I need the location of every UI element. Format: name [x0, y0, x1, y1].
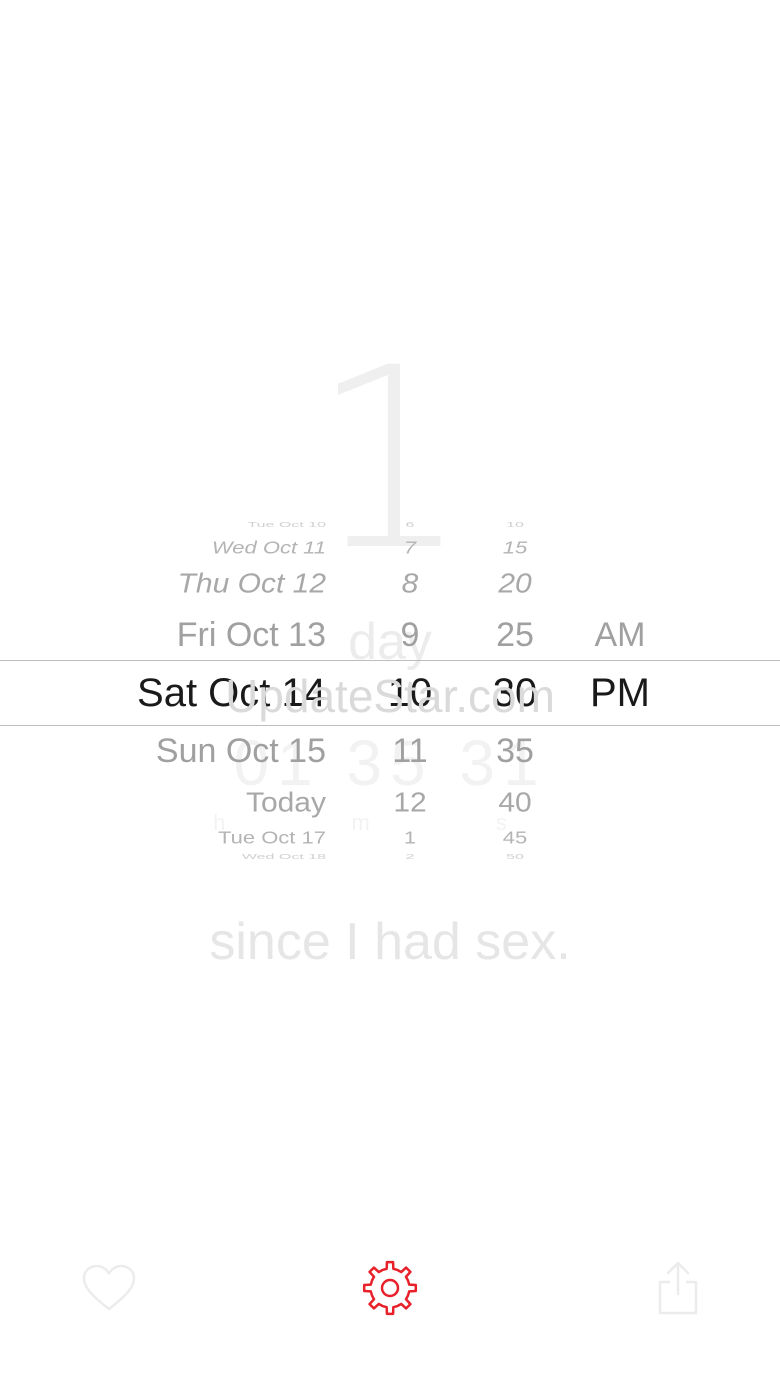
watermark: UpdateStar.com: [225, 670, 555, 722]
picker-minute-item[interactable]: 25: [470, 613, 560, 657]
picker-ampm-item[interactable]: AM: [570, 613, 670, 657]
counter-caption: since I had sex.: [209, 913, 571, 971]
picker-minute-item[interactable]: 20: [470, 566, 560, 603]
picker-date-item[interactable]: Thu Oct 12: [100, 566, 326, 603]
favorite-button[interactable]: [79, 1260, 139, 1320]
picker-minute-item[interactable]: 50: [470, 853, 560, 862]
picker-hour-item[interactable]: 8: [370, 566, 450, 603]
picker-minute-item[interactable]: 10: [470, 521, 560, 530]
picker-minute-item[interactable]: 45: [470, 828, 560, 849]
picker-hour-item[interactable]: 6: [370, 521, 450, 530]
share-icon: [655, 1260, 701, 1321]
picker-date-item[interactable]: Fri Oct 13: [100, 613, 326, 657]
picker-date-item[interactable]: Tue Oct 17: [100, 828, 326, 849]
picker-hour-item[interactable]: 11: [370, 729, 450, 773]
picker-date-item[interactable]: Wed Oct 11: [100, 538, 326, 559]
picker-minute-item[interactable]: 15: [470, 538, 560, 559]
picker-minute-item[interactable]: 40: [470, 785, 560, 822]
picker-date-item[interactable]: Tue Oct 10: [100, 521, 326, 530]
picker-hour-item[interactable]: 1: [370, 828, 450, 849]
picker-minute-item[interactable]: 35: [470, 729, 560, 773]
picker-hour-item[interactable]: 2: [370, 853, 450, 862]
picker-hour-item[interactable]: 12: [370, 785, 450, 822]
settings-button[interactable]: [360, 1260, 420, 1320]
picker-hour-item[interactable]: 7: [370, 538, 450, 559]
picker-date-item[interactable]: Sun Oct 15: [100, 729, 326, 773]
picker-date-item[interactable]: Wed Oct 18: [100, 853, 326, 862]
heart-icon: [81, 1263, 137, 1318]
tab-bar: [0, 1240, 780, 1340]
picker-date-item[interactable]: Today: [100, 785, 326, 822]
share-button[interactable]: [648, 1260, 708, 1320]
gear-icon: [361, 1259, 419, 1322]
picker-hour-item[interactable]: 9: [370, 613, 450, 657]
